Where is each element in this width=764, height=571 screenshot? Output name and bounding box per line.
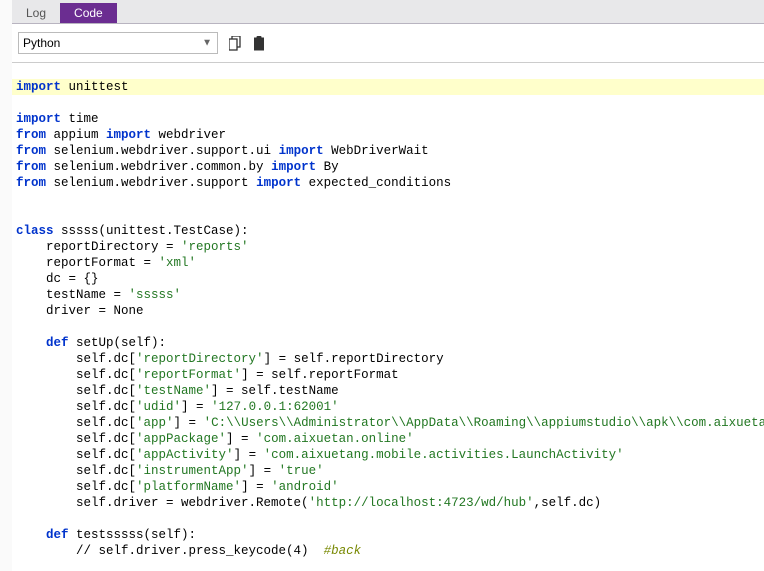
tab-bar: Log Code (12, 0, 764, 24)
code-line: self.dc['app'] = 'C:\\Users\\Administrat… (12, 416, 764, 430)
code-line: self.dc['appPackage'] = 'com.aixuetan.on… (12, 432, 418, 446)
language-select-wrapper: Python ▼ (18, 32, 218, 54)
code-toolbar: Python ▼ (12, 24, 764, 63)
code-line: // self.driver.press_keycode(4) #back (12, 544, 365, 558)
tab-log[interactable]: Log (12, 3, 60, 23)
copy-icon[interactable] (228, 35, 242, 51)
code-line: from selenium.webdriver.support import e… (12, 176, 455, 190)
code-line: class sssss(unittest.TestCase): (12, 224, 253, 238)
code-line: self.dc['appActivity'] = 'com.aixuetang.… (12, 448, 628, 462)
code-line: import time (12, 112, 103, 126)
code-editor[interactable]: import unittest import time from appium … (12, 63, 764, 571)
code-line (12, 512, 28, 526)
code-line: testName = 'sssss' (12, 288, 185, 302)
clipboard-icon[interactable] (252, 35, 266, 51)
code-line: self.dc['reportFormat'] = self.reportFor… (12, 368, 403, 382)
code-line (12, 320, 28, 334)
language-select[interactable]: Python (18, 32, 218, 54)
code-line: driver = None (12, 304, 148, 318)
code-line: reportDirectory = 'reports' (12, 240, 253, 254)
code-line: reportFormat = 'xml' (12, 256, 200, 270)
code-line: from selenium.webdriver.common.by import… (12, 160, 343, 174)
code-line (12, 192, 28, 206)
code-line: self.driver = webdriver.Remote('http://l… (12, 496, 605, 510)
code-line (12, 208, 28, 222)
code-line: import unittest (12, 79, 764, 95)
code-line: def testsssss(self): (12, 528, 200, 542)
code-line: self.dc['testName'] = self.testName (12, 384, 343, 398)
code-line: self.dc['instrumentApp'] = 'true' (12, 464, 328, 478)
code-line: from selenium.webdriver.support.ui impor… (12, 144, 433, 158)
code-line: dc = {} (12, 272, 103, 286)
code-line: from appium import webdriver (12, 128, 230, 142)
code-line: def setUp(self): (12, 336, 170, 350)
code-line: self.dc['platformName'] = 'android' (12, 480, 343, 494)
code-line: self.dc['reportDirectory'] = self.report… (12, 352, 448, 366)
tab-code[interactable]: Code (60, 3, 117, 23)
code-line: self.dc['udid'] = '127.0.0.1:62001' (12, 400, 343, 414)
